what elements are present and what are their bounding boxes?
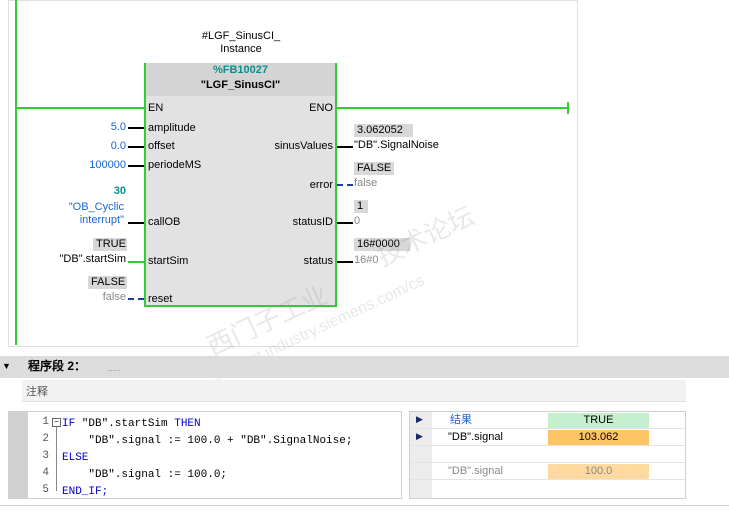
operand-amplitude[interactable]: 5.0 <box>60 121 126 134</box>
signal-label-inactive: "DB".signal <box>448 465 503 477</box>
scl-code-editor[interactable]: 1 2 3 4 5 − IF "DB".startSim THEN "DB".s… <box>8 411 402 499</box>
operand-callob-name[interactable]: "OB_Cyclic <box>50 201 124 214</box>
operand-reset[interactable]: false <box>60 291 126 304</box>
operand-error[interactable]: false <box>354 177 377 190</box>
row-expand-icon[interactable]: ▶ <box>416 414 423 425</box>
operand-periodems[interactable]: 100000 <box>60 159 126 172</box>
table-row <box>410 480 685 497</box>
instance-db-line2[interactable]: Instance <box>198 43 284 56</box>
signal-value: 103.062 <box>548 430 649 445</box>
monitor-error: FALSE <box>354 162 394 175</box>
line-number: 2 <box>42 433 49 445</box>
operand-callob-number: 30 <box>113 185 126 197</box>
keyword-then: THEN <box>174 418 201 430</box>
network-title-placeholder[interactable]: ..... <box>108 362 121 375</box>
monitor-sinusvalues: 3.062052 <box>354 124 413 137</box>
block-name[interactable]: "LGF_SinusCI" <box>146 79 335 92</box>
wire-startsim <box>128 261 144 263</box>
wire-offset <box>128 146 144 148</box>
table-row[interactable]: ▶ 结果 TRUE <box>410 412 685 429</box>
block-number: %FB10027 <box>212 64 269 76</box>
operand-sinusvalues[interactable]: "DB".SignalNoise <box>354 139 439 152</box>
line-number: 5 <box>42 484 49 496</box>
divider <box>0 505 729 506</box>
table-row <box>410 446 685 463</box>
rung-left <box>15 107 145 109</box>
collapse-arrow-icon[interactable]: ▼ <box>2 360 11 373</box>
table-row[interactable]: "DB".signal 100.0 <box>410 463 685 480</box>
rung-right <box>337 107 569 109</box>
wire-statusid <box>337 222 353 224</box>
pin-startsim: startSim <box>148 255 189 267</box>
operand-statusid[interactable]: 0 <box>354 215 360 228</box>
wire-periodems <box>128 165 144 167</box>
wire-error <box>337 184 353 186</box>
wire-sinusvalues <box>337 146 353 148</box>
row-expand-icon[interactable]: ▶ <box>416 431 423 442</box>
operand-startsim[interactable]: "DB".startSim <box>30 253 126 266</box>
pin-en: EN <box>148 102 164 114</box>
instance-db-line1[interactable]: #LGF_SinusCI_ <box>198 30 284 43</box>
signal-label: "DB".signal <box>448 431 503 443</box>
code-line-4[interactable]: "DB".signal := 100.0; <box>62 467 227 484</box>
fold-guide <box>56 427 57 491</box>
operand-status[interactable]: 16#0 <box>354 254 378 267</box>
monitor-startsim: TRUE <box>93 238 127 251</box>
pin-offset: offset <box>148 140 175 152</box>
monitor-result-table[interactable]: ▶ 结果 TRUE ▶ "DB".signal 103.062 "DB".sig… <box>409 411 686 499</box>
code-line-3[interactable]: ELSE <box>62 450 88 467</box>
monitor-reset: FALSE <box>88 276 127 289</box>
wire-reset <box>128 298 144 300</box>
keyword-if: IF <box>62 418 76 430</box>
operand-callob-name-cont[interactable]: interrupt" <box>50 214 124 227</box>
fold-collapse-icon[interactable]: − <box>52 418 61 427</box>
wire-callob <box>128 222 144 224</box>
network-title[interactable]: 程序段 2： <box>28 360 86 373</box>
condition-text: "DB".startSim <box>75 418 175 430</box>
network-comment[interactable] <box>22 380 686 402</box>
pin-callob: callOB <box>148 216 181 228</box>
pin-amplitude: amplitude <box>148 122 196 134</box>
pin-sinusvalues: sinusValues <box>274 140 334 152</box>
line-number: 1 <box>42 416 49 428</box>
power-rail <box>15 0 17 345</box>
pin-status: status <box>303 255 333 267</box>
wire-status <box>337 261 353 263</box>
pin-error: error <box>309 179 333 191</box>
table-row[interactable]: ▶ "DB".signal 103.062 <box>410 429 685 446</box>
code-line-5[interactable]: END_IF; <box>62 484 108 501</box>
code-line-2[interactable]: "DB".signal := 100.0 + "DB".SignalNoise; <box>62 433 352 450</box>
pin-statusid: statusID <box>292 216 333 228</box>
comment-label[interactable]: 注释 <box>26 386 48 399</box>
monitor-statusid: 1 <box>354 200 368 213</box>
pin-eno: ENO <box>309 102 333 114</box>
code-line-1[interactable]: IF "DB".startSim THEN <box>62 416 201 433</box>
signal-value-inactive: 100.0 <box>548 464 649 479</box>
result-label: 结果 <box>450 414 472 426</box>
wire-amplitude <box>128 127 144 129</box>
pin-reset: reset <box>148 293 173 305</box>
pin-periodems: periodeMS <box>148 159 202 171</box>
rung-end <box>567 102 569 114</box>
operand-offset[interactable]: 0.0 <box>60 140 126 153</box>
line-number: 3 <box>42 450 49 462</box>
line-number: 4 <box>42 467 49 479</box>
result-value: TRUE <box>548 413 649 428</box>
